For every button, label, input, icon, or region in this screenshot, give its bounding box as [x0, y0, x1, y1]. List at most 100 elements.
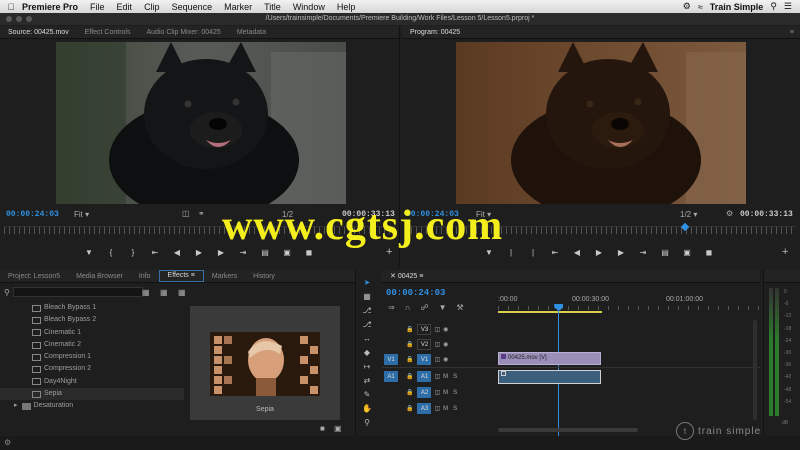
sync-lock-icon[interactable]: ◫: [434, 373, 440, 380]
source-patch-a3[interactable]: [384, 403, 398, 414]
add-marker-icon[interactable]: ▼: [78, 248, 100, 257]
yuv-effects-icon[interactable]: ▦: [178, 288, 186, 297]
zoom-window-icon[interactable]: [26, 16, 32, 22]
export-frame-icon[interactable]: ◼: [698, 248, 720, 257]
new-bin-icon[interactable]: ■: [320, 424, 325, 433]
program-add-button-icon[interactable]: +: [782, 246, 788, 258]
source-patch-a1[interactable]: A1: [384, 371, 398, 382]
track-target-v2[interactable]: V2: [417, 339, 432, 350]
go-to-in-icon[interactable]: ⇤: [544, 248, 566, 257]
tab-info[interactable]: Info: [131, 270, 159, 283]
tab-program[interactable]: Program: 00425: [402, 26, 468, 39]
menu-window[interactable]: Window: [293, 2, 325, 12]
menu-help[interactable]: Help: [337, 2, 356, 12]
linked-selection-icon[interactable]: ☍: [420, 303, 428, 312]
work-area-bar[interactable]: [498, 311, 602, 313]
go-to-in-icon[interactable]: ⇤: [144, 248, 166, 257]
minimize-window-icon[interactable]: [16, 16, 22, 22]
source-wrench-icon[interactable]: ◫: [182, 209, 190, 218]
sync-lock-icon[interactable]: ◫: [434, 356, 440, 363]
track-select-tool-icon[interactable]: ▦: [359, 290, 375, 303]
wifi-icon[interactable]: ≈: [698, 2, 703, 12]
timeline-vertical-scrollbar[interactable]: [753, 320, 757, 420]
mark-out-icon[interactable]: |: [522, 248, 544, 257]
lock-icon[interactable]: 🔒: [406, 405, 413, 412]
search-icon[interactable]: ⚲: [770, 1, 777, 12]
solo-button[interactable]: S: [453, 374, 457, 380]
32bit-effects-icon[interactable]: ▦: [160, 288, 168, 297]
status-icon[interactable]: ⚙: [4, 438, 11, 447]
timeline-ruler[interactable]: :00:00 00:00:30:00 00:01:00:00: [498, 292, 760, 314]
track-target-v3[interactable]: V3: [417, 324, 432, 335]
eye-icon[interactable]: ◉: [443, 341, 448, 348]
mark-in-icon[interactable]: |: [500, 248, 522, 257]
lock-icon[interactable]: 🔒: [406, 389, 413, 396]
play-button[interactable]: ▶: [188, 248, 210, 257]
lift-icon[interactable]: ▤: [654, 248, 676, 257]
mute-button[interactable]: M: [443, 406, 448, 412]
list-item[interactable]: Compression 2: [0, 363, 184, 375]
step-back-icon[interactable]: ◀: [566, 248, 588, 257]
source-fit-dropdown[interactable]: Fit ▾: [74, 210, 89, 219]
ripple-edit-tool-icon[interactable]: ⎇: [359, 304, 375, 317]
list-icon[interactable]: ☰: [784, 1, 792, 12]
track-target-v1[interactable]: V1: [417, 354, 432, 365]
track-target-a1[interactable]: A1: [417, 371, 432, 382]
tab-effects[interactable]: Effects ≡: [158, 270, 204, 282]
menu-file[interactable]: File: [90, 2, 105, 12]
close-window-icon[interactable]: [6, 16, 12, 22]
list-item[interactable]: Day4Night: [0, 376, 184, 388]
solo-button[interactable]: S: [453, 390, 457, 396]
gamepad-icon[interactable]: ⚙: [683, 1, 691, 12]
nest-icon[interactable]: ⇒: [388, 303, 395, 312]
tab-audio-clip-mixer[interactable]: Audio Clip Mixer: 00425: [138, 26, 228, 39]
eye-icon[interactable]: ◉: [443, 356, 448, 363]
track-target-a3[interactable]: A3: [417, 403, 432, 414]
program-resolution-dropdown[interactable]: 1/2 ▾: [680, 210, 697, 219]
lock-icon[interactable]: 🔒: [406, 373, 413, 380]
effects-search-input[interactable]: [12, 287, 143, 297]
lock-icon[interactable]: 🔒: [406, 341, 413, 348]
menu-icon[interactable]: ≡: [790, 29, 800, 36]
list-item[interactable]: Cinematic 1: [0, 327, 184, 339]
snap-icon[interactable]: ∩: [405, 303, 411, 312]
menu-marker[interactable]: Marker: [224, 2, 252, 12]
source-timecode[interactable]: 00:00:24:03: [6, 210, 59, 219]
list-item-selected[interactable]: Sepia: [0, 388, 184, 401]
source-patch-v1[interactable]: V1: [384, 354, 398, 365]
menu-sequence[interactable]: Sequence: [172, 2, 213, 12]
menu-edit[interactable]: Edit: [117, 2, 133, 12]
settings-wrench-icon[interactable]: ⚒: [456, 303, 463, 312]
tab-media-browser[interactable]: Media Browser: [68, 270, 131, 283]
audio-meter-tab[interactable]: [764, 270, 800, 283]
source-insert-icon[interactable]: ⚭: [198, 209, 205, 218]
list-item[interactable]: Cinematic 2: [0, 339, 184, 351]
lock-icon[interactable]: 🔒: [406, 326, 413, 333]
rolling-edit-tool-icon[interactable]: ⎇: [359, 318, 375, 331]
source-patch-v3[interactable]: [384, 324, 398, 335]
accelerated-effects-icon[interactable]: ▦: [142, 288, 150, 297]
source-patch-v2[interactable]: [384, 339, 398, 350]
sync-lock-icon[interactable]: ◫: [434, 326, 440, 333]
source-video-frame[interactable]: [56, 42, 346, 204]
solo-button[interactable]: S: [453, 406, 457, 412]
mute-button[interactable]: M: [443, 374, 448, 380]
step-back-icon[interactable]: ◀: [166, 248, 188, 257]
mark-out-icon[interactable]: }: [122, 248, 144, 257]
program-settings-icon[interactable]: ⚙: [726, 209, 733, 218]
timeline-timecode[interactable]: 00:00:24:03: [386, 288, 445, 298]
tab-source[interactable]: Source: 00425.mov: [0, 26, 77, 39]
tab-history[interactable]: History: [245, 270, 283, 283]
folder-item[interactable]: ▸ Desaturation: [0, 400, 184, 412]
list-item[interactable]: Compression 1: [0, 351, 184, 363]
track-target-a2[interactable]: A2: [417, 387, 432, 398]
lock-icon[interactable]: 🔒: [406, 356, 413, 363]
pen-tool-icon[interactable]: ✎: [359, 388, 375, 401]
sync-lock-icon[interactable]: ◫: [434, 405, 440, 412]
slide-tool-icon[interactable]: ⇄: [359, 374, 375, 387]
tab-project[interactable]: Project: Lesson5: [0, 270, 68, 283]
razor-tool-icon[interactable]: ◆: [359, 346, 375, 359]
menu-clip[interactable]: Clip: [144, 2, 160, 12]
selection-tool-icon[interactable]: ➤: [359, 276, 375, 289]
tab-metadata[interactable]: Metadata: [229, 26, 274, 39]
